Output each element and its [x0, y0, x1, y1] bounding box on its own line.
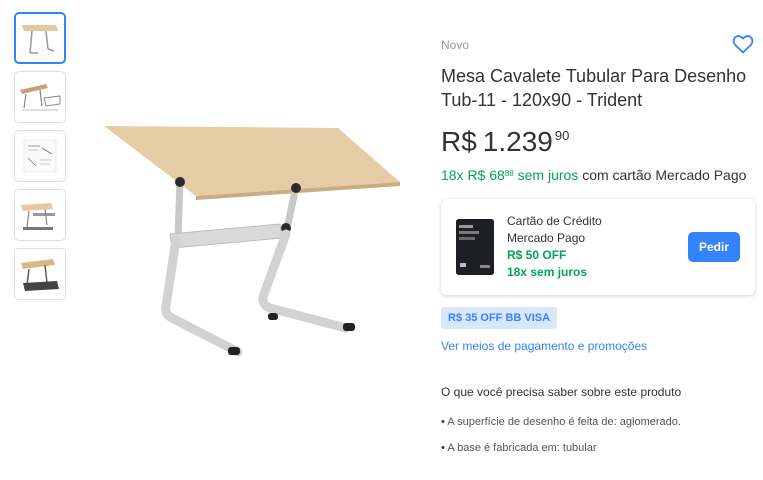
assembly-manual-thumbnail-image — [23, 139, 57, 173]
credit-card-offer-text: Cartão de Crédito Mercado Pago R$ 50 OFF… — [507, 213, 602, 281]
product-condition: Novo — [441, 38, 470, 52]
price-currency: R$ — [441, 126, 477, 157]
heart-icon[interactable] — [731, 32, 755, 56]
card-title-line2: Mercado Pago — [507, 231, 586, 245]
drafting-table-image — [104, 126, 400, 357]
feature-item: A superfície de desenho é feita de: aglo… — [441, 415, 757, 429]
card-installments: 18x sem juros — [507, 265, 588, 279]
card-discount: R$ 50 OFF — [507, 248, 567, 262]
table-with-ruler-thumbnail-image — [21, 203, 55, 230]
main-product-image[interactable] — [100, 120, 405, 370]
thumbnail-3[interactable] — [14, 130, 66, 182]
promo-badge: R$ 35 OFF BB VISA — [441, 307, 558, 329]
product-price: R$ 1.239 90 — [441, 126, 757, 158]
pedir-button[interactable]: Pedir — [688, 232, 740, 262]
thumbnail-1[interactable] — [14, 12, 66, 64]
thumbnail-2[interactable] — [14, 71, 66, 123]
mercado-pago-card-image — [456, 219, 494, 275]
table-thumbnail-image — [22, 25, 58, 54]
credit-card-offer: Cartão de Crédito Mercado Pago R$ 50 OFF… — [441, 199, 755, 295]
installments-info: 18x R$ 6888 sem juros com cartão Mercado… — [441, 164, 757, 185]
thumbnail-5[interactable] — [14, 248, 66, 300]
features-list: A superfície de desenho é feita de: aglo… — [441, 415, 757, 455]
feature-item: A base é fabricada em: tubular — [441, 441, 757, 455]
price-amount: 1.239 — [482, 126, 553, 157]
product-info-panel: Novo Mesa Cavalete Tubular Para Desenho … — [441, 30, 757, 467]
installments-cents: 88 — [504, 169, 514, 178]
card-title-line1: Cartão de Crédito — [507, 214, 602, 228]
thumbnail-4[interactable] — [14, 189, 66, 241]
installments-card-text: com cartão Mercado Pago — [582, 167, 747, 183]
installments-count: 18x R$ 68 — [441, 167, 505, 183]
table-dimensions-thumbnail-image — [20, 84, 61, 111]
table-black-base-thumbnail-image — [21, 259, 59, 291]
thumbnail-gallery — [14, 12, 66, 307]
price-cents: 90 — [554, 128, 570, 143]
installments-no-interest: sem juros — [517, 167, 579, 183]
features-title: O que você precisa saber sobre este prod… — [441, 385, 682, 399]
product-title: Mesa Cavalete Tubular Para Desenho Tub-1… — [441, 66, 747, 110]
payment-methods-link[interactable]: Ver meios de pagamento e promoções — [441, 339, 757, 353]
